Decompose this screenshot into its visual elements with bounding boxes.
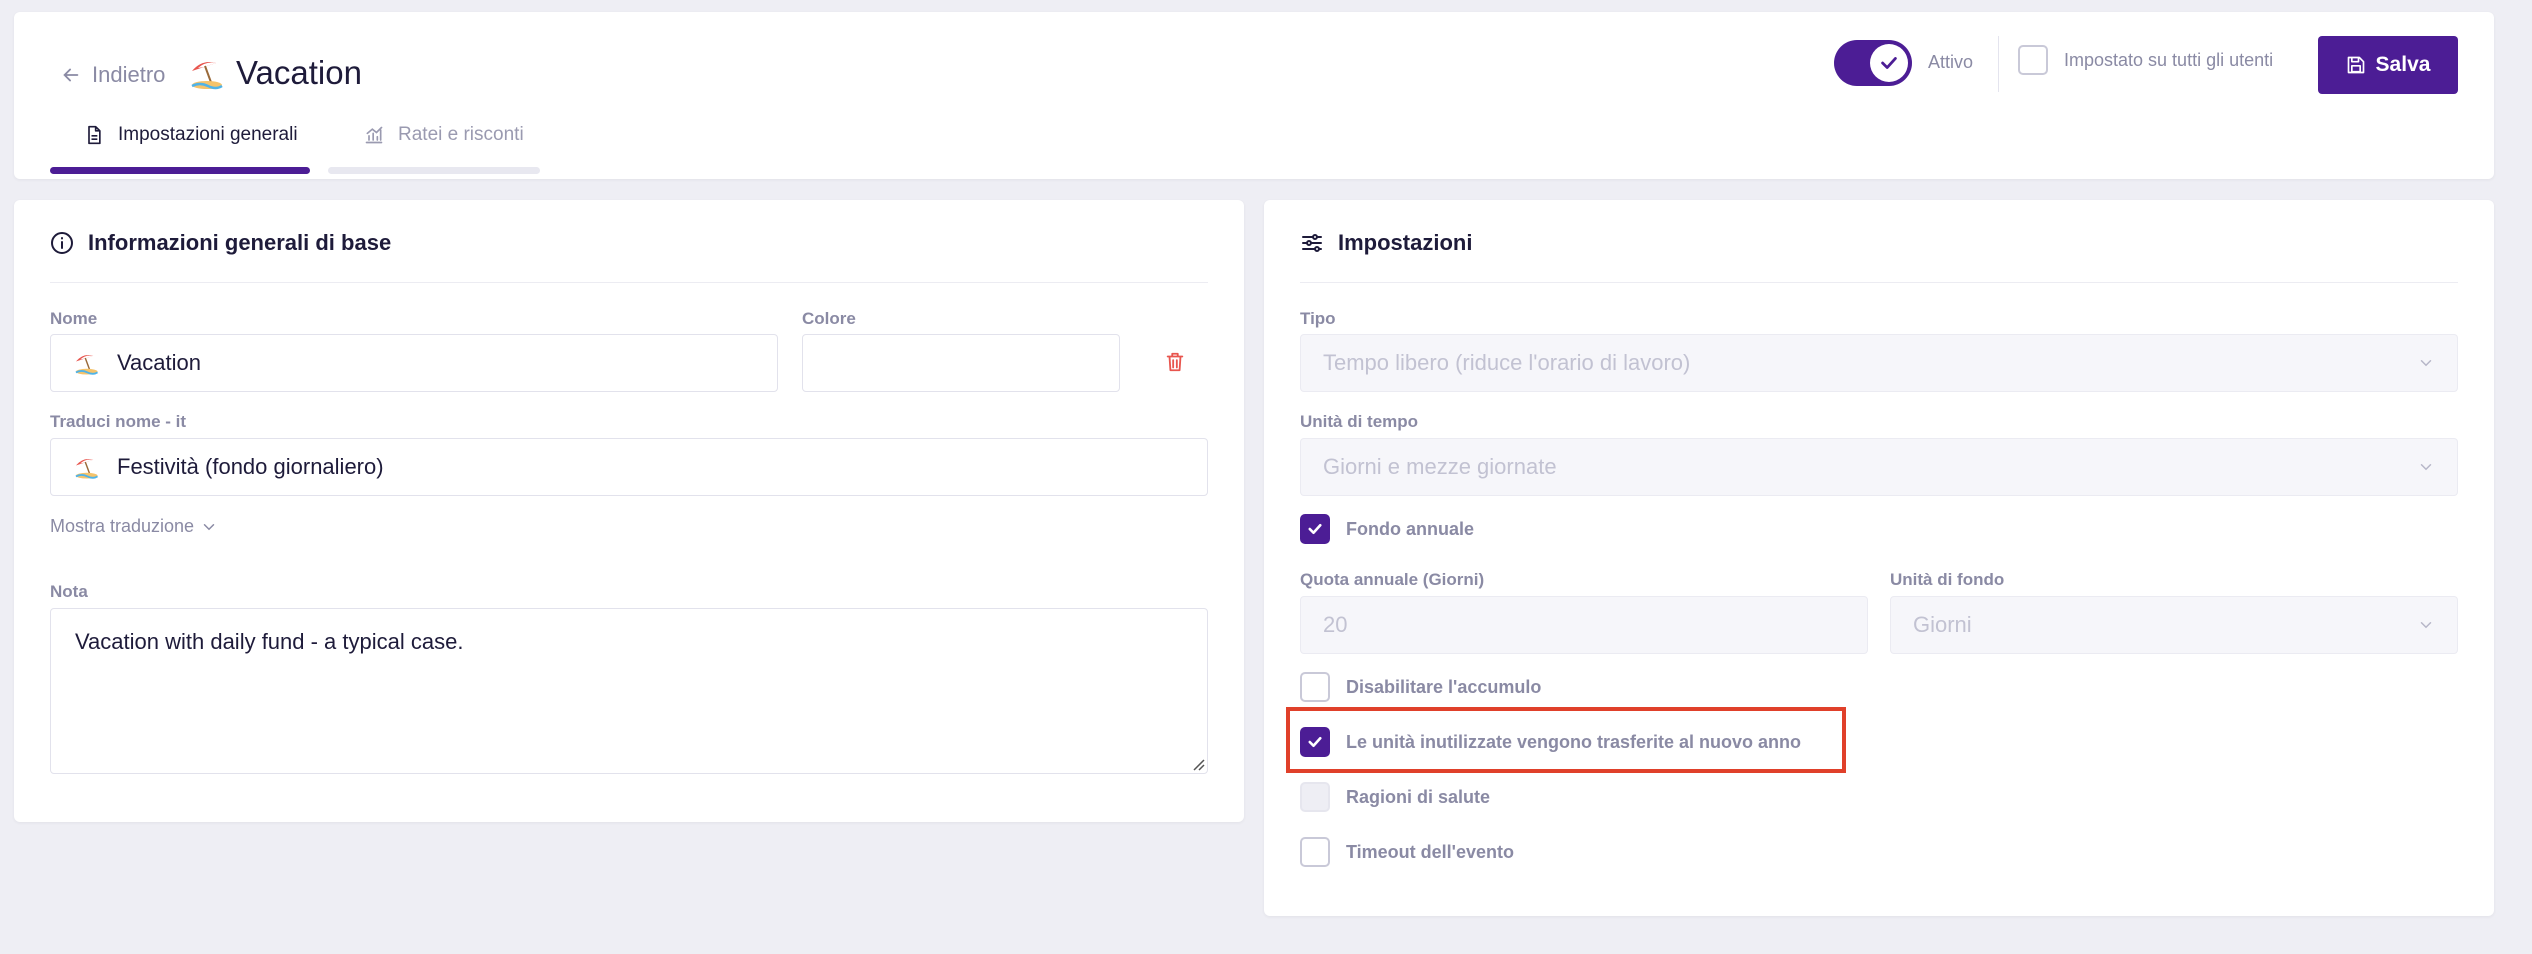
annual-fund-checkbox[interactable] [1300,514,1330,544]
type-value: Tempo libero (riduce l'orario di lavoro) [1323,350,1691,375]
note-label: Nota [50,582,88,601]
divider [50,282,1208,283]
type-label: Tipo [1300,309,1336,328]
tab-general-settings[interactable]: Impostazioni generali [84,124,298,146]
check-icon [1308,523,1322,535]
beach-umbrella-icon [75,355,99,375]
info-circle-icon [51,232,73,254]
card-title-text: Informazioni generali di base [88,230,392,255]
translate-label: Traduci nome - it [50,412,187,431]
annual-fund-label: Fondo annuale [1346,518,1474,539]
active-label: Attivo [1928,52,1974,72]
back-label: Indietro [92,62,166,87]
event-timeout-label: Timeout dell'evento [1346,841,1514,862]
chevron-down-icon [2420,360,2432,367]
health-reasons-option[interactable]: Ragioni di salute [1300,782,1490,812]
card-title: Impostazioni [1300,230,1472,256]
annual-fund-option[interactable]: Fondo annuale [1300,514,1474,544]
show-translation-toggle[interactable]: Mostra traduzione [50,516,218,537]
check-icon [1881,57,1897,69]
color-label: Colore [802,309,856,328]
name-value: Vacation [117,350,201,375]
arrow-left-icon [63,68,79,82]
all-users-checkbox[interactable] [2018,45,2048,75]
divider [1300,282,2458,283]
chevron-down-icon [2420,464,2432,471]
card-title-text: Impostazioni [1338,230,1473,255]
active-toggle[interactable] [1834,40,1912,86]
translate-value: Festività (fondo giornaliero) [117,454,384,479]
page-title: Vacation [188,54,362,92]
save-button[interactable]: Salva [2318,36,2458,94]
tab-indicator [328,167,540,174]
translate-input[interactable]: Festività (fondo giornaliero) [50,438,1208,496]
toggle-knob [1870,44,1908,82]
tab-label: Ratei e risconti [398,124,524,145]
header-card: Indietro Vacation Attivo Impostato su tu… [14,12,2494,179]
tab-indicator-active [50,167,310,174]
beach-umbrella-icon [191,62,223,90]
fund-unit-select[interactable]: Giorni [1890,596,2458,654]
disable-accumulation-label: Disabilitare l'accumulo [1346,676,1542,697]
beach-umbrella-icon [75,459,99,479]
time-unit-value: Giorni e mezze giornate [1323,454,1557,479]
health-reasons-checkbox[interactable] [1300,782,1330,812]
tab-label: Impostazioni generali [118,124,298,145]
disable-accumulation-checkbox[interactable] [1300,672,1330,702]
fund-unit-label: Unità di fondo [1890,570,2005,589]
fund-unit-value: Giorni [1913,612,1972,637]
back-link[interactable]: Indietro [60,62,165,88]
annual-quota-label: Quota annuale (Giorni) [1300,570,1485,589]
note-value: Vacation with daily fund - a typical cas… [75,629,464,654]
chevron-down-icon [2420,622,2432,629]
chevron-down-icon [203,523,215,530]
name-input[interactable]: Vacation [50,334,778,392]
save-label: Salva [2375,53,2431,76]
general-info-card: Informazioni generali di base Nome Vacat… [14,200,1244,822]
highlight-box [1286,707,1846,773]
resize-handle-icon[interactable] [1191,757,1205,771]
event-timeout-checkbox[interactable] [1300,837,1330,867]
color-input[interactable] [802,334,1120,392]
divider [1998,36,1999,92]
floppy-disk-icon [2347,56,2364,74]
document-icon [88,125,101,145]
card-title: Informazioni generali di base [50,230,391,256]
note-textarea[interactable]: Vacation with daily fund - a typical cas… [50,608,1208,774]
show-translation-label: Mostra traduzione [50,516,195,536]
all-users-option[interactable]: Impostato su tutti gli utenti [2018,45,2273,75]
type-select[interactable]: Tempo libero (riduce l'orario di lavoro) [1300,334,2458,392]
time-unit-select[interactable]: Giorni e mezze giornate [1300,438,2458,496]
name-label: Nome [50,309,98,328]
health-reasons-label: Ragioni di salute [1346,786,1491,807]
chart-icon [365,126,383,144]
title-text: Vacation [236,54,362,91]
annual-quota-input[interactable]: 20 [1300,596,1868,654]
trash-icon[interactable] [1164,350,1186,374]
time-unit-label: Unità di tempo [1300,412,1419,431]
event-timeout-option[interactable]: Timeout dell'evento [1300,837,1514,867]
settings-card: Impostazioni Tipo Tempo libero (riduce l… [1264,200,2494,916]
disable-accumulation-option[interactable]: Disabilitare l'accumulo [1300,672,1541,702]
annual-quota-value: 20 [1323,612,1348,637]
all-users-label: Impostato su tutti gli utenti [2064,49,2274,70]
tab-accruals[interactable]: Ratei e risconti [364,124,524,146]
sliders-icon [1302,234,1322,252]
